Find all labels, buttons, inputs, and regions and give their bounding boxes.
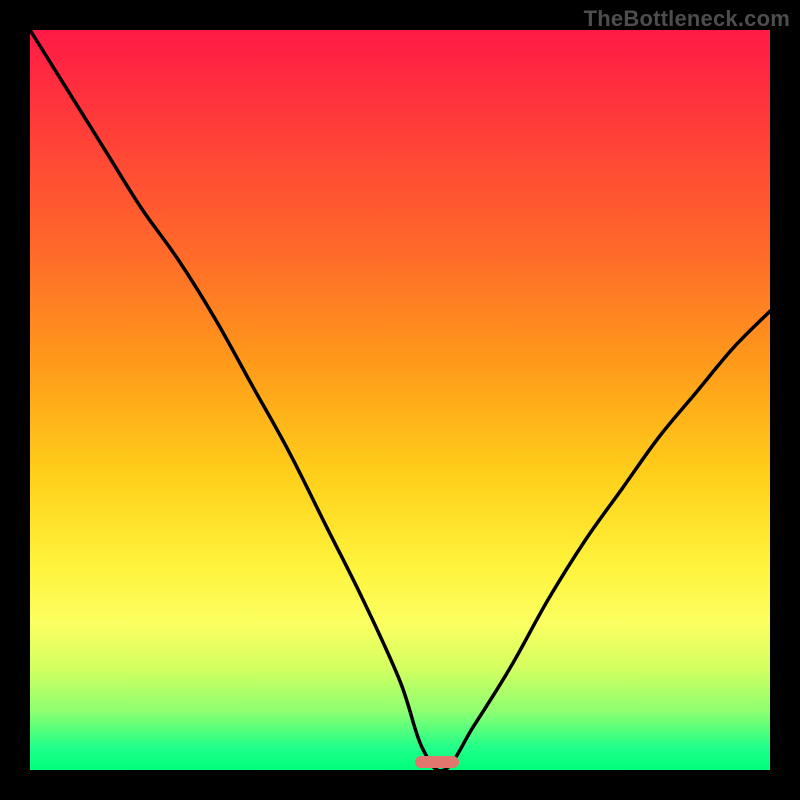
chart-frame: TheBottleneck.com: [0, 0, 800, 800]
watermark-text: TheBottleneck.com: [584, 6, 790, 32]
bottleneck-curve: [30, 30, 770, 770]
plot-area: [30, 30, 770, 770]
optimal-marker: [415, 756, 459, 768]
